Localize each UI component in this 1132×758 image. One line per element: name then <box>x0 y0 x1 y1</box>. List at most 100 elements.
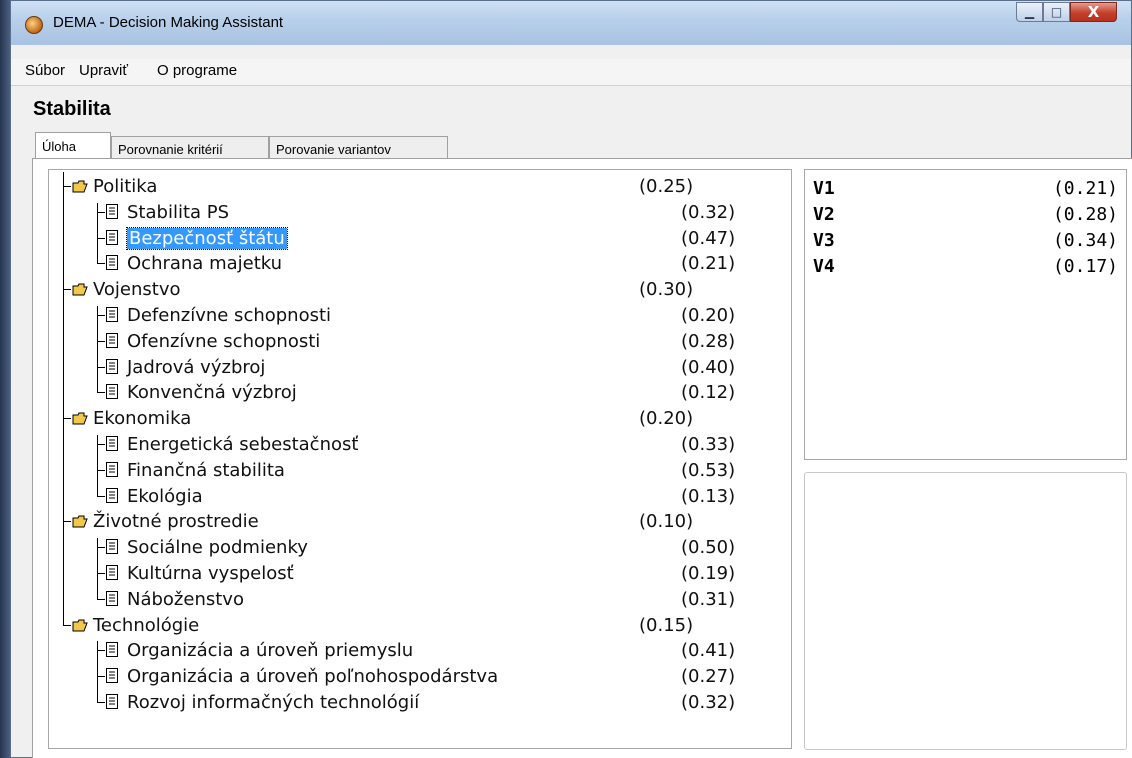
tree-node-label[interactable]: Technológie <box>93 615 199 636</box>
tree-leaf-weight: (0.13) <box>681 485 736 507</box>
tree-leaf-label[interactable]: Finančná stabilita <box>127 460 285 481</box>
tree-leaf-label[interactable]: Stabilita PS <box>127 202 229 223</box>
tree-node[interactable]: Ekonomika (0.20) <box>49 407 791 433</box>
tree-connector <box>97 495 105 497</box>
variant-score: (0.34) <box>1052 230 1118 251</box>
tree-leaf-label[interactable]: Sociálne podmienky <box>127 537 308 558</box>
tree-leaf-weight: (0.31) <box>681 588 736 610</box>
desktop-edge <box>0 0 10 758</box>
folder-open-icon <box>72 410 88 425</box>
tab-variant-comparison[interactable]: Porovanie variantov <box>269 136 448 159</box>
tree-leaf-weight: (0.19) <box>681 563 736 584</box>
menu-file[interactable]: Súbor <box>25 62 65 79</box>
menu-edit[interactable]: Upraviť <box>79 62 128 79</box>
tree-node-weight: (0.15) <box>639 614 694 636</box>
tree-leaf[interactable]: Jadrová výzbroj (0.40) <box>49 356 791 382</box>
document-icon <box>106 384 118 400</box>
tree-connector <box>97 315 105 316</box>
app-window: DEMA - Decision Making Assistant ▁ □ X S… <box>10 0 1132 758</box>
menu-about[interactable]: O programe <box>157 62 237 79</box>
variant-score: (0.28) <box>1052 204 1118 225</box>
tree-node[interactable]: Technológie (0.15) <box>49 614 791 640</box>
variant-score: (0.17) <box>1052 256 1118 277</box>
close-button[interactable]: X <box>1070 2 1117 22</box>
folder-open-icon <box>72 617 88 632</box>
tree-leaf-weight: (0.47) <box>681 227 736 249</box>
tree-leaf-label[interactable]: Kultúrna vyspelosť <box>127 563 294 584</box>
tree-leaf-weight: (0.27) <box>681 666 736 688</box>
tree-connector <box>97 237 105 239</box>
document-icon <box>106 229 118 245</box>
window-controls: ▁ □ X <box>1016 2 1117 22</box>
tree-leaf[interactable]: Rozvoj informačných technológií (0.32) <box>49 691 791 717</box>
tree-connector <box>97 392 105 394</box>
tree-leaf-label[interactable]: Organizácia a úroveň poľnohospodárstva <box>127 666 498 687</box>
document-icon <box>106 203 118 219</box>
tree-leaf-weight: (0.50) <box>681 537 736 559</box>
tree-node[interactable]: Životné prostredie (0.10) <box>49 510 791 536</box>
document-icon <box>106 487 118 503</box>
tree-leaf[interactable]: Energetická sebestačnosť (0.33) <box>49 433 791 459</box>
tree-connector <box>63 624 71 626</box>
document-icon <box>106 255 118 271</box>
tree-node-label[interactable]: Vojenstvo <box>93 279 181 300</box>
tree-leaf[interactable]: Sociálne podmienky (0.50) <box>49 536 791 562</box>
folder-open-icon <box>72 513 88 528</box>
tree-leaf[interactable]: Bezpečnosť štátu (0.47) <box>49 226 791 253</box>
maximize-button[interactable]: □ <box>1043 2 1070 22</box>
tree-connector <box>97 598 105 600</box>
tree-leaf-label[interactable]: Energetická sebestačnosť <box>127 434 358 455</box>
tree-leaf[interactable]: Kultúrna vyspelosť (0.19) <box>49 562 791 588</box>
tree-leaf-label[interactable]: Jadrová výzbroj <box>127 357 265 378</box>
variant-name: V4 <box>813 256 835 277</box>
tree-node[interactable]: Vojenstvo (0.30) <box>49 278 791 304</box>
tree-leaf[interactable]: Finančná stabilita (0.53) <box>49 459 791 485</box>
tab-task[interactable]: Úloha <box>35 132 111 160</box>
tree-leaf-label[interactable]: Náboženstvo <box>127 589 244 610</box>
variant-result-row: V4 (0.17) <box>813 256 1118 282</box>
tree-connector <box>97 641 98 702</box>
tree-leaf[interactable]: Ofenzívne schopnosti (0.28) <box>49 330 791 356</box>
tree-leaf-label[interactable]: Konvenčná výzbroj <box>127 382 297 403</box>
tree-leaf-weight: (0.28) <box>681 330 736 352</box>
app-icon[interactable] <box>25 16 43 34</box>
tab-criteria-comparison[interactable]: Porovnanie kritérií <box>111 136 269 159</box>
tree-node-label[interactable]: Politika <box>93 176 157 197</box>
variant-result-row: V2 (0.28) <box>813 204 1118 230</box>
tree-connector <box>97 340 105 342</box>
criteria-tree[interactable]: Politika (0.25) Stabilita PS (0.32) Bezpečno… <box>48 169 792 749</box>
tree-leaf-label[interactable]: Ochrana majetku <box>127 253 282 274</box>
document-icon <box>106 461 118 477</box>
tree-node-label[interactable]: Životné prostredie <box>93 511 259 532</box>
tree-leaf[interactable]: Organizácia a úroveň poľnohospodárstva (0… <box>49 665 791 691</box>
tree-leaf-weight: (0.40) <box>681 356 736 378</box>
tree-leaf[interactable]: Organizácia a úroveň priemyslu (0.41) <box>49 639 791 665</box>
tree-node-label[interactable]: Ekonomika <box>93 408 191 429</box>
tree-node[interactable]: Politika (0.25) <box>49 175 791 201</box>
folder-open-icon <box>72 178 88 193</box>
tree-leaf-label-selected[interactable]: Bezpečnosť štátu <box>126 226 288 250</box>
window-title: DEMA - Decision Making Assistant <box>53 14 284 31</box>
tree-leaf-label[interactable]: Rozvoj informačných technológií <box>127 692 419 713</box>
tree-leaf[interactable]: Ochrana majetku (0.21) <box>49 252 791 278</box>
tree-leaf[interactable]: Náboženstvo (0.31) <box>49 588 791 614</box>
tree-leaf[interactable]: Konvenčná výzbroj (0.12) <box>49 381 791 407</box>
tree-connector <box>97 211 105 213</box>
tree-leaf-label[interactable]: Organizácia a úroveň priemyslu <box>127 640 413 661</box>
tree-leaf-label[interactable]: Ekológia <box>127 486 203 507</box>
document-icon <box>106 590 118 606</box>
tree-connector <box>97 538 98 599</box>
tree-leaf-label[interactable]: Defenzívne schopnosti <box>127 305 331 326</box>
tree-leaf[interactable]: Ekológia (0.13) <box>49 485 791 511</box>
variant-result-row: V1 (0.21) <box>813 178 1118 204</box>
tree-connector <box>97 547 105 549</box>
minimize-button[interactable]: ▁ <box>1016 2 1043 22</box>
tree-connector <box>97 435 98 496</box>
tree-node-weight: (0.20) <box>639 408 694 430</box>
tree-leaf-label[interactable]: Ofenzívne schopnosti <box>127 331 320 352</box>
tree-leaf[interactable]: Defenzívne schopnosti (0.20) <box>49 304 791 330</box>
title-bar[interactable]: DEMA - Decision Making Assistant ▁ □ X <box>11 1 1131 45</box>
folder-open-icon <box>72 281 88 296</box>
tree-leaf[interactable]: Stabilita PS (0.32) <box>49 201 791 227</box>
tree-connector <box>97 650 105 652</box>
